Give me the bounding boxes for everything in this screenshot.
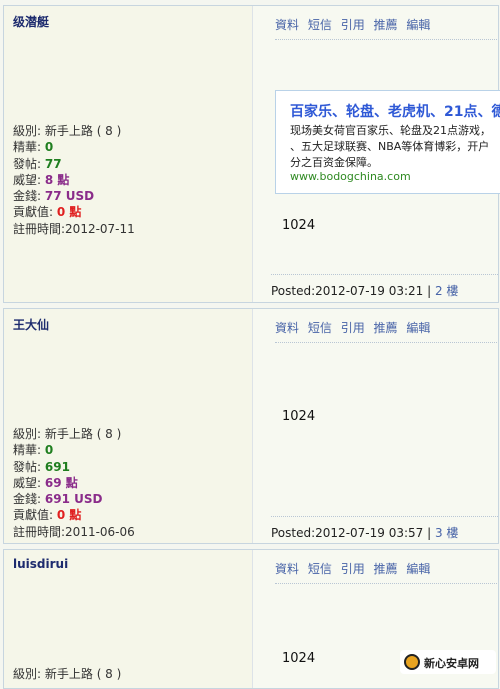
message-link[interactable]: 短信 (308, 562, 332, 576)
post-actions: 資料 短信 引用 推薦 編輯 (275, 560, 497, 584)
edit-link[interactable]: 編輯 (406, 562, 430, 576)
stat-prestige: 威望: 69 點 (13, 475, 78, 490)
post-main: 資料 短信 引用 推薦 編輯 1024 Posted:2012-07-19 03… (253, 309, 498, 543)
floor-link[interactable]: 3 樓 (435, 526, 458, 540)
recommend-link[interactable]: 推薦 (374, 321, 398, 335)
stat-level: 級別: 新手上路 ( 8 ) (13, 427, 122, 441)
profile-link[interactable]: 資料 (275, 18, 299, 32)
user-stats: 級別: 新手上路 ( 8 ) 精華: 0 發帖: 77 威望: 8 點 金錢: … (13, 123, 135, 237)
recommend-link[interactable]: 推薦 (374, 562, 398, 576)
stat-essence: 精華: 0 (13, 140, 54, 155)
posted-time: 2012-07-19 03:21 (315, 284, 424, 298)
stat-posts: 發帖: 691 (13, 459, 70, 474)
recommend-link[interactable]: 推薦 (374, 18, 398, 32)
watermark-logo-icon (404, 654, 420, 670)
quote-link[interactable]: 引用 (341, 321, 365, 335)
stat-register-time: 註冊時間:2011-06-06 (13, 524, 135, 539)
posted-prefix: Posted: (271, 526, 316, 540)
stat-contribution: 貢獻值: 0 點 (13, 205, 82, 220)
ad-url[interactable]: www.bodogchina.com (290, 170, 411, 183)
post-content: 1024 (282, 651, 316, 666)
quote-link[interactable]: 引用 (341, 562, 365, 576)
profile-link[interactable]: 資料 (275, 562, 299, 576)
message-link[interactable]: 短信 (308, 321, 332, 335)
posted-info: Posted:2012-07-19 03:57 | 3 樓 (271, 516, 498, 541)
user-stats: 級別: 新手上路 ( 8 ) 精華: 0 發帖: 691 威望: 69 點 金錢… (13, 426, 135, 540)
username-link[interactable]: 王大仙 (13, 316, 49, 333)
stat-register-time: 註冊時間:2012-07-11 (13, 221, 135, 236)
posted-info: Posted:2012-07-19 03:21 | 2 樓 (271, 274, 498, 299)
stat-contribution: 貢獻值: 0 點 (13, 508, 82, 523)
posted-prefix: Posted: (271, 284, 316, 298)
message-link[interactable]: 短信 (308, 18, 332, 32)
ad-banner[interactable]: 百家乐、轮盘、老虎机、21点、德 现场美女荷官百家乐、轮盘及21点游戏， 、五大… (275, 90, 500, 194)
ad-description: 现场美女荷官百家乐、轮盘及21点游戏， 、五大足球联赛、NBA等体育博彩，开户 … (290, 124, 491, 169)
post-main: 資料 短信 引用 推薦 編輯 百家乐、轮盘、老虎机、21点、德 现场美女荷官百家… (253, 6, 500, 302)
floor-link[interactable]: 2 樓 (435, 284, 458, 298)
post-actions: 資料 短信 引用 推薦 編輯 (275, 319, 497, 343)
profile-link[interactable]: 資料 (275, 321, 299, 335)
post-content: 1024 (282, 409, 316, 424)
post-2: 王大仙 級別: 新手上路 ( 8 ) 精華: 0 發帖: 691 威望: 69 … (3, 308, 499, 544)
post-actions: 資料 短信 引用 推薦 編輯 (275, 16, 497, 40)
user-sidebar: 王大仙 級別: 新手上路 ( 8 ) 精華: 0 發帖: 691 威望: 69 … (4, 309, 253, 543)
stat-posts: 發帖: 77 (13, 156, 62, 171)
user-sidebar: 级潜艇 級別: 新手上路 ( 8 ) 精華: 0 發帖: 77 威望: 8 點 … (4, 6, 253, 302)
stat-money: 金錢: 691 USD (13, 492, 103, 507)
username-link[interactable]: 级潜艇 (13, 13, 49, 30)
post-content: 1024 (282, 218, 316, 233)
username-link[interactable]: luisdirui (13, 557, 68, 571)
posted-time: 2012-07-19 03:57 (315, 526, 424, 540)
stat-level: 級別: 新手上路 ( 8 ) (13, 124, 122, 138)
user-stats: 級別: 新手上路 ( 8 ) (13, 666, 121, 682)
watermark-text: 新心安卓网 (424, 657, 479, 670)
user-sidebar: luisdirui 級別: 新手上路 ( 8 ) (4, 550, 253, 688)
stat-essence: 精華: 0 (13, 443, 54, 458)
ad-title[interactable]: 百家乐、轮盘、老虎机、21点、德 (290, 101, 500, 121)
quote-link[interactable]: 引用 (341, 18, 365, 32)
stat-level: 級別: 新手上路 ( 8 ) (13, 667, 122, 681)
post-1: 级潜艇 級別: 新手上路 ( 8 ) 精華: 0 發帖: 77 威望: 8 點 … (3, 5, 500, 303)
site-watermark: 新心安卓网 (400, 650, 496, 674)
edit-link[interactable]: 編輯 (406, 321, 430, 335)
edit-link[interactable]: 編輯 (406, 18, 430, 32)
stat-prestige: 威望: 8 點 (13, 172, 70, 187)
stat-money: 金錢: 77 USD (13, 189, 95, 204)
